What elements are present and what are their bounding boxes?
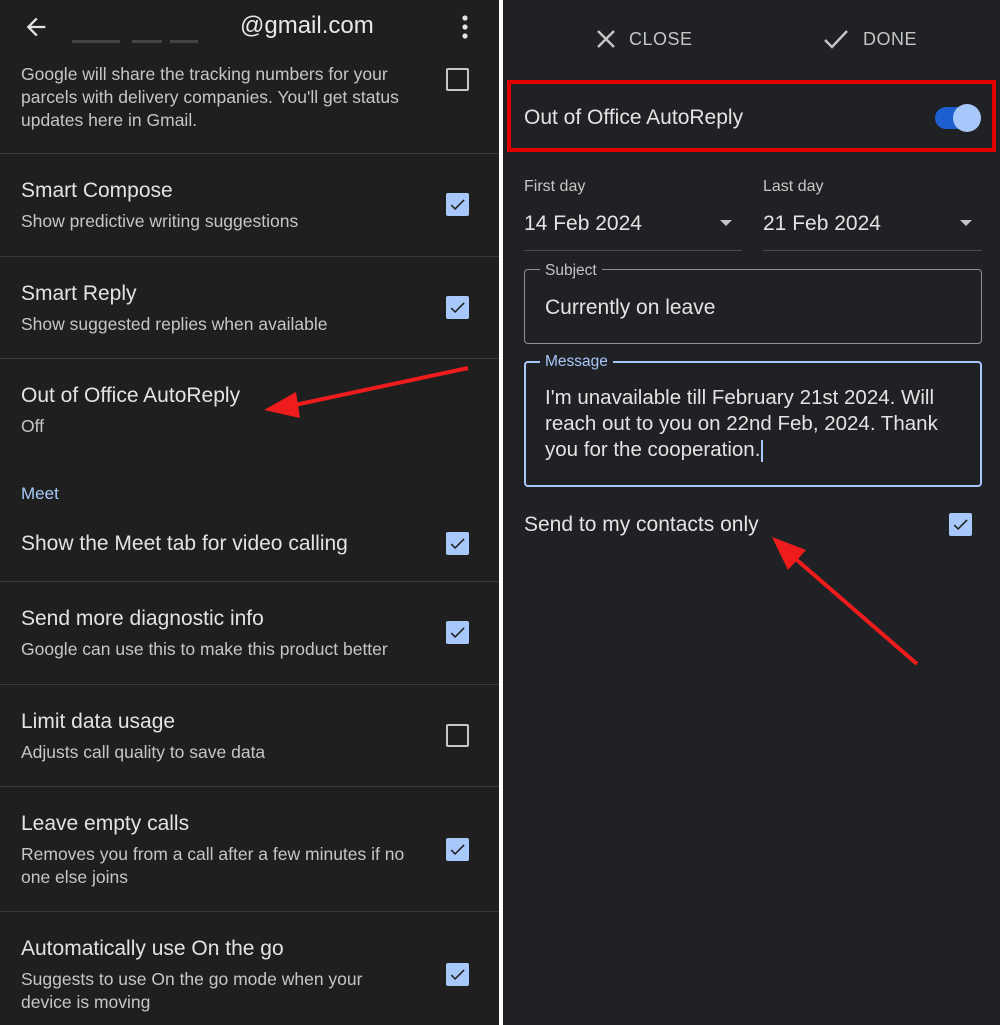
- setting-title: Smart Reply: [21, 282, 137, 305]
- redacted-email-part: [170, 40, 198, 43]
- done-button[interactable]: DONE: [863, 29, 917, 50]
- settings-panel: @gmail.com Google will share the trackin…: [0, 0, 499, 1025]
- setting-on-the-go[interactable]: Automatically use On the go Suggests to …: [0, 912, 499, 1025]
- last-day-caption: Last day: [763, 178, 824, 195]
- setting-subtitle: Removes you from a call after a few minu…: [21, 844, 405, 887]
- first-day-caption: First day: [524, 178, 586, 195]
- setting-subtitle: Show predictive writing suggestions: [21, 211, 299, 231]
- setting-subtitle: Suggests to use On the go mode when your…: [21, 969, 363, 1012]
- meet-tab-checkbox[interactable]: [446, 532, 469, 555]
- back-arrow-icon[interactable]: [22, 13, 50, 41]
- section-label-meet: Meet: [21, 484, 59, 503]
- redacted-email-part: [132, 40, 162, 43]
- setting-subtitle: Show suggested replies when available: [21, 314, 328, 334]
- diagnostic-checkbox[interactable]: [446, 621, 469, 644]
- setting-title: Show the Meet tab for video calling: [21, 532, 348, 555]
- setting-diagnostic-info[interactable]: Send more diagnostic info Google can use…: [0, 582, 499, 683]
- contacts-only-label: Send to my contacts only: [524, 513, 759, 536]
- setting-title: Limit data usage: [21, 710, 176, 733]
- setting-meet-tab[interactable]: Show the Meet tab for video calling: [0, 505, 499, 580]
- check-icon: [450, 538, 465, 550]
- toggle-knob[interactable]: [953, 104, 981, 132]
- contacts-only-checkbox[interactable]: [949, 513, 972, 536]
- message-label: Message: [540, 353, 613, 371]
- setting-smart-compose[interactable]: Smart Compose Show predictive writing su…: [0, 154, 499, 255]
- checkmark-icon[interactable]: [823, 28, 849, 50]
- setting-title: Leave empty calls: [21, 812, 190, 835]
- setting-smart-reply[interactable]: Smart Reply Show suggested replies when …: [0, 257, 499, 358]
- close-button[interactable]: CLOSE: [629, 29, 693, 50]
- tracking-description: Google will share the tracking numbers f…: [21, 64, 399, 130]
- check-icon: [450, 627, 465, 639]
- redacted-email-part: [72, 40, 120, 43]
- more-vert-icon[interactable]: [458, 14, 472, 40]
- setting-status: Off: [21, 416, 45, 436]
- first-day-dropdown-icon[interactable]: [720, 220, 732, 226]
- last-day-dropdown-icon[interactable]: [960, 220, 972, 226]
- limit-data-checkbox[interactable]: [446, 724, 469, 747]
- check-icon: [953, 519, 968, 531]
- setting-leave-empty-calls[interactable]: Leave empty calls Removes you from a cal…: [0, 787, 499, 911]
- setting-title: Automatically use On the go: [21, 937, 284, 960]
- on-the-go-checkbox[interactable]: [446, 963, 469, 986]
- setting-subtitle: Google can use this to make this product…: [21, 639, 388, 659]
- setting-out-of-office[interactable]: Out of Office AutoReply Off: [0, 359, 499, 459]
- close-icon[interactable]: [595, 28, 617, 50]
- check-icon: [450, 302, 465, 314]
- autoreply-editor-panel: CLOSE DONE Out of Office AutoReply First…: [503, 0, 1000, 1025]
- setting-title: Smart Compose: [21, 179, 173, 202]
- smart-compose-checkbox[interactable]: [446, 193, 469, 216]
- message-input[interactable]: I'm unavailable till February 21st 2024.…: [545, 385, 965, 463]
- autoreply-toggle-label: Out of Office AutoReply: [524, 106, 744, 129]
- text-cursor: [761, 439, 764, 462]
- message-text: I'm unavailable till February 21st 2024.…: [545, 386, 938, 461]
- check-icon: [450, 199, 465, 211]
- settings-header: @gmail.com: [0, 0, 499, 54]
- first-day-value[interactable]: 14 Feb 2024: [524, 212, 642, 236]
- first-day-underline: [524, 250, 742, 251]
- subject-input[interactable]: Currently on leave: [545, 296, 715, 320]
- setting-subtitle: Adjusts call quality to save data: [21, 742, 266, 762]
- smart-reply-checkbox[interactable]: [446, 296, 469, 319]
- subject-label: Subject: [540, 262, 602, 280]
- setting-title: Send more diagnostic info: [21, 607, 264, 630]
- check-icon: [450, 844, 465, 856]
- leave-empty-calls-checkbox[interactable]: [446, 838, 469, 861]
- last-day-underline: [763, 250, 982, 251]
- check-icon: [450, 969, 465, 981]
- last-day-value[interactable]: 21 Feb 2024: [763, 212, 881, 236]
- tracking-checkbox[interactable]: [446, 68, 469, 91]
- account-title: @gmail.com: [240, 12, 374, 39]
- setting-limit-data[interactable]: Limit data usage Adjusts call quality to…: [0, 685, 499, 786]
- setting-title: Out of Office AutoReply: [21, 384, 241, 407]
